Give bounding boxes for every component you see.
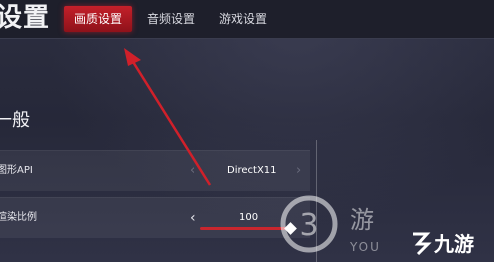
svg-text:3: 3 [299, 208, 318, 243]
watermark-logo-icon: 3 [280, 195, 338, 253]
jiuyou-brand-text: 九游 [434, 232, 474, 256]
watermark-text: 游 [350, 206, 374, 234]
watermark-subtext: YOU [350, 240, 381, 254]
jiuyou-logo-icon [413, 232, 432, 256]
annotation-arrow-icon [124, 48, 212, 186]
